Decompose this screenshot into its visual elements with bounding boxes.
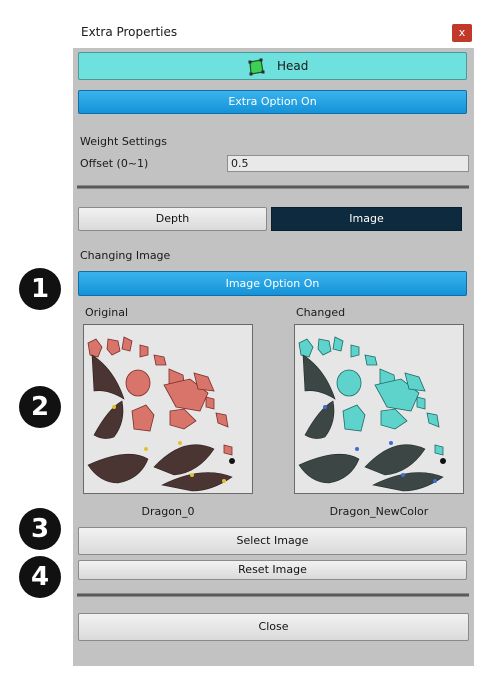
tab-depth[interactable]: Depth xyxy=(78,207,267,231)
changed-image-name: Dragon_NewColor xyxy=(329,505,429,518)
extra-option-button[interactable]: Extra Option On xyxy=(78,90,467,114)
changed-label: Changed xyxy=(296,306,346,319)
callout-badge-1: 1 xyxy=(19,268,61,310)
reset-image-button[interactable]: Reset Image xyxy=(78,560,467,580)
section-divider xyxy=(77,185,469,189)
callout-badge-4: 4 xyxy=(19,556,61,598)
changed-image-preview xyxy=(294,324,464,494)
original-image-name: Dragon_0 xyxy=(141,505,195,518)
callout-badge-2: 2 xyxy=(19,386,61,428)
tab-image[interactable]: Image xyxy=(271,207,462,231)
offset-label: Offset (0~1) xyxy=(80,157,149,170)
callout-badge-3: 3 xyxy=(19,508,61,550)
properties-panel: Head Extra Option On Weight Settings Off… xyxy=(73,48,474,666)
changing-image-label: Changing Image xyxy=(80,249,171,262)
window-title: Extra Properties xyxy=(81,25,178,39)
close-window-button[interactable]: x xyxy=(452,24,472,42)
head-label: Head xyxy=(277,59,309,73)
original-label: Original xyxy=(85,306,129,319)
original-image-preview xyxy=(83,324,253,494)
dragon-sprite-original-image xyxy=(87,336,235,492)
section-divider xyxy=(77,593,469,597)
close-button[interactable]: Close xyxy=(78,613,469,641)
offset-field[interactable]: 0.5 xyxy=(227,155,469,172)
dragon-sprite-changed-image xyxy=(298,336,446,492)
bone-shape-icon xyxy=(248,58,265,76)
weight-settings-label: Weight Settings xyxy=(80,135,167,148)
window-titlebar: Extra Properties x xyxy=(73,18,474,48)
head-bone-bar[interactable]: Head xyxy=(78,52,467,80)
select-image-button[interactable]: Select Image xyxy=(78,527,467,555)
image-option-button[interactable]: Image Option On xyxy=(78,271,467,296)
